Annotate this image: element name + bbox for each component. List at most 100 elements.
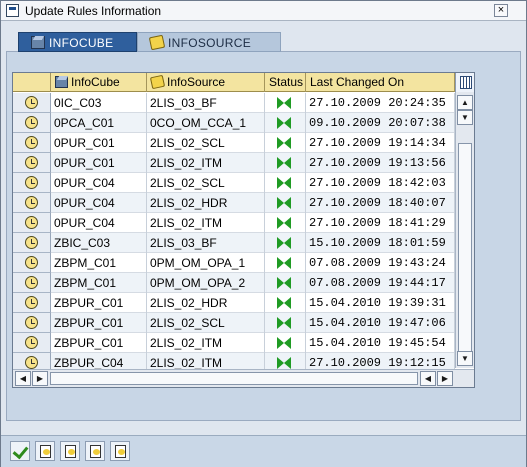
cell-status (265, 333, 306, 353)
row-select-button[interactable] (13, 333, 51, 353)
cell-infosource: 2LIS_02_SCL (147, 173, 265, 193)
horizontal-scrollbar[interactable]: ◀ ▶ ◀ ▶ (13, 369, 474, 387)
row-select-button[interactable] (13, 133, 51, 153)
horizontal-scroll-thumb[interactable] (50, 372, 418, 385)
row-select-button[interactable] (13, 193, 51, 213)
table-row[interactable]: ZBPUR_C01 2LIS_02_ITM 15.04.2010 19:45:54 (13, 333, 455, 353)
vertical-scrollbar[interactable]: ▲ ▼ ▼ (455, 92, 474, 368)
column-header-status[interactable]: Status (265, 73, 306, 92)
table-row[interactable]: 0PUR_C01 2LIS_02_ITM 27.10.2009 19:13:56 (13, 153, 455, 173)
cell-infocube: ZBPUR_C01 (51, 333, 147, 353)
scroll-left-end-arrow-icon[interactable]: ◀ (420, 371, 436, 386)
table-row[interactable]: 0PUR_C04 2LIS_02_HDR 27.10.2009 18:40:07 (13, 193, 455, 213)
scroll-right-small-arrow-icon[interactable]: ▶ (32, 371, 48, 386)
display-doc-icon (65, 445, 76, 458)
scroll-down-small-arrow-icon[interactable]: ▼ (457, 110, 473, 125)
vertical-scroll-thumb[interactable] (458, 143, 472, 353)
clock-icon (25, 136, 38, 149)
table-row[interactable]: ZBIC_C03 2LIS_03_BF 15.10.2009 18:01:59 (13, 233, 455, 253)
table-row[interactable]: ZBPM_C01 0PM_OM_OPA_2 07.08.2009 19:44:17 (13, 273, 455, 293)
cell-status (265, 213, 306, 233)
cell-infosource: 2LIS_02_HDR (147, 193, 265, 213)
cell-status (265, 233, 306, 253)
update-rules-table: InfoCube InfoSource Status Last Changed … (12, 72, 475, 388)
status-green-icon (277, 197, 291, 209)
tab-infosource[interactable]: INFOSOURCE (137, 32, 281, 52)
column-label: InfoSource (167, 75, 226, 89)
row-select-button[interactable] (13, 153, 51, 173)
column-label: InfoCube (71, 75, 120, 89)
row-select-button[interactable] (13, 273, 51, 293)
change-button[interactable] (35, 441, 55, 461)
cell-infosource: 2LIS_02_ITM (147, 153, 265, 173)
cell-last-changed: 27.10.2009 18:40:07 (306, 193, 455, 213)
table-row[interactable]: 0PCA_C01 0CO_OM_CCA_1 09.10.2009 20:07:38 (13, 113, 455, 133)
scroll-down-arrow-icon[interactable]: ▼ (457, 351, 473, 366)
cell-infocube: 0PUR_C01 (51, 133, 147, 153)
cell-status (265, 173, 306, 193)
cell-infosource: 0CO_OM_CCA_1 (147, 113, 265, 133)
window-icon (6, 4, 19, 17)
column-header-infocube[interactable]: InfoCube (51, 73, 147, 92)
clock-icon (25, 216, 38, 229)
clock-icon (25, 256, 38, 269)
clock-icon (25, 156, 38, 169)
table-row[interactable]: 0PUR_C04 2LIS_02_ITM 27.10.2009 18:41:29 (13, 213, 455, 233)
scroll-right-arrow-icon[interactable]: ▶ (437, 371, 453, 386)
clock-icon (25, 336, 38, 349)
cell-infocube: 0PUR_C04 (51, 193, 147, 213)
cell-last-changed: 27.10.2009 20:24:35 (306, 93, 455, 113)
column-label: Status (269, 75, 304, 89)
cube-icon (55, 76, 68, 88)
column-header-infosource[interactable]: InfoSource (147, 73, 265, 92)
cell-status (265, 153, 306, 173)
cell-infocube: 0IC_C03 (51, 93, 147, 113)
status-green-icon (277, 237, 291, 249)
table-row[interactable]: 0PUR_C01 2LIS_02_SCL 27.10.2009 19:14:34 (13, 133, 455, 153)
row-select-button[interactable] (13, 113, 51, 133)
cell-last-changed: 27.10.2009 19:13:56 (306, 153, 455, 173)
row-select-button[interactable] (13, 293, 51, 313)
clock-icon (25, 236, 38, 249)
scroll-left-arrow-icon[interactable]: ◀ (15, 371, 31, 386)
tab-strip: INFOCUBE INFOSOURCE (18, 32, 508, 52)
row-select-button[interactable] (13, 93, 51, 113)
clock-icon (25, 276, 38, 289)
table-row[interactable]: ZBPM_C01 0PM_OM_OPA_1 07.08.2009 19:43:24 (13, 253, 455, 273)
clock-icon (25, 196, 38, 209)
row-select-button[interactable] (13, 313, 51, 333)
tab-infocube[interactable]: INFOCUBE (18, 32, 137, 52)
table-row[interactable]: 0IC_C03 2LIS_03_BF 27.10.2009 20:24:35 (13, 93, 455, 113)
cell-infosource: 2LIS_02_ITM (147, 333, 265, 353)
cell-infosource: 2LIS_02_SCL (147, 313, 265, 333)
cell-infosource: 2LIS_02_HDR (147, 293, 265, 313)
status-green-icon (277, 217, 291, 229)
cell-last-changed: 27.10.2009 18:41:29 (306, 213, 455, 233)
cell-infosource: 2LIS_03_BF (147, 93, 265, 113)
scroll-up-arrow-icon[interactable]: ▲ (457, 95, 473, 110)
cell-infocube: ZBPM_C01 (51, 273, 147, 293)
table-row[interactable]: 0PUR_C04 2LIS_02_SCL 27.10.2009 18:42:03 (13, 173, 455, 193)
close-button[interactable]: × (494, 4, 508, 17)
table-row[interactable]: ZBPUR_C01 2LIS_02_HDR 15.04.2010 19:39:31 (13, 293, 455, 313)
row-select-button[interactable] (13, 233, 51, 253)
cell-status (265, 253, 306, 273)
tab-label: INFOCUBE (49, 36, 114, 50)
cell-infocube: 0PUR_C04 (51, 173, 147, 193)
layout-settings-icon[interactable] (455, 73, 474, 92)
continue-button[interactable] (10, 441, 30, 461)
row-select-button[interactable] (13, 213, 51, 233)
column-header-last-changed[interactable]: Last Changed On (306, 73, 455, 92)
display-button[interactable] (60, 441, 80, 461)
table-row[interactable]: ZBPUR_C01 2LIS_02_SCL 15.04.2010 19:47:06 (13, 313, 455, 333)
select-column-header[interactable] (13, 73, 51, 92)
create-button[interactable] (85, 441, 105, 461)
row-select-button[interactable] (13, 173, 51, 193)
row-select-button[interactable] (13, 253, 51, 273)
change-doc-icon (40, 445, 51, 458)
clock-icon (25, 116, 38, 129)
copy-button[interactable] (110, 441, 130, 461)
cell-last-changed: 15.04.2010 19:47:06 (306, 313, 455, 333)
cell-last-changed: 09.10.2009 20:07:38 (306, 113, 455, 133)
cell-infosource: 0PM_OM_OPA_2 (147, 273, 265, 293)
